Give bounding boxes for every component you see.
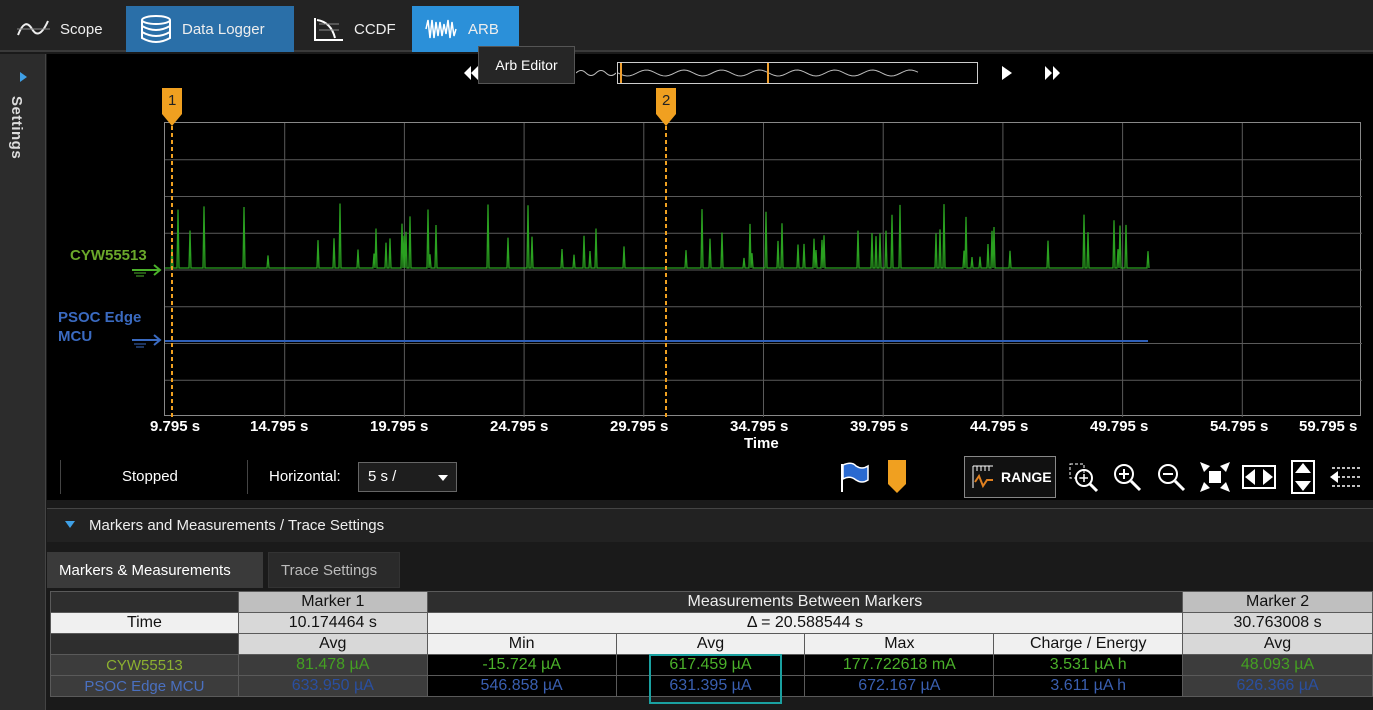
table-header-blank xyxy=(50,633,239,655)
play-forward-icon[interactable] xyxy=(1000,64,1014,82)
ccdf-icon xyxy=(308,12,348,46)
waveform-plot[interactable] xyxy=(164,122,1362,417)
cell: 3.611 µA h xyxy=(993,675,1184,697)
x-tick-label: 29.795 s xyxy=(610,418,669,435)
x-tick-label: 24.795 s xyxy=(490,418,549,435)
range-button[interactable]: RANGE xyxy=(964,456,1056,498)
overview-waveform xyxy=(618,63,919,83)
arb-editor-tooltip: Arb Editor xyxy=(478,46,575,84)
row-name: CYW55513 xyxy=(50,654,239,676)
between-header: Measurements Between Markers xyxy=(426,591,1184,613)
cell: 177.722618 mA xyxy=(804,654,995,676)
database-icon xyxy=(136,12,176,46)
range-icon xyxy=(972,465,993,489)
cell: 672.167 µA xyxy=(804,675,995,697)
settings-label: Settings xyxy=(8,96,25,160)
cell: -15.724 µA xyxy=(426,654,617,676)
zoom-box-icon[interactable] xyxy=(1066,460,1100,494)
horizontal-scale-value: 5 s / xyxy=(368,468,397,485)
fast-forward-icon[interactable] xyxy=(1043,64,1063,82)
panel-tabs: Markers & Measurements Trace Settings xyxy=(47,548,1373,588)
overview-minimap[interactable] xyxy=(617,62,978,84)
markers-measurements-panel-header[interactable]: Markers and Measurements / Trace Setting… xyxy=(47,508,1373,542)
x-tick-label: 39.795 s xyxy=(850,418,909,435)
col-header: Avg xyxy=(237,633,428,655)
horizontal-scale-select[interactable]: 5 s / xyxy=(358,462,457,492)
divider xyxy=(247,460,248,494)
x-axis-label: Time xyxy=(744,435,779,452)
col-header: Avg xyxy=(1182,633,1373,655)
marker1-time: 10.174464 s xyxy=(237,612,428,634)
top-tab-bar: Scope Data Logger CCDF ARB xyxy=(0,0,1373,52)
x-tick-label: 19.795 s xyxy=(370,418,429,435)
delta-time: Δ = 20.588544 s xyxy=(426,612,1184,634)
autoscale-all-icon[interactable] xyxy=(1198,460,1232,494)
tab-scope[interactable]: Scope xyxy=(4,6,120,52)
panel-title: Markers and Measurements / Trace Setting… xyxy=(89,517,385,534)
marker1-header: Marker 1 xyxy=(237,591,428,613)
x-tick-label: 9.795 s xyxy=(150,418,201,435)
marker-1[interactable] xyxy=(160,86,184,426)
tab-data-logger[interactable]: Data Logger xyxy=(126,6,294,52)
settings-sidebar[interactable]: Settings xyxy=(0,54,46,710)
ground-ref-icon[interactable] xyxy=(130,262,164,278)
tab-trace-settings[interactable]: Trace Settings xyxy=(268,552,400,588)
plot-grid xyxy=(165,123,1362,417)
tab-label: ARB xyxy=(468,20,499,38)
autoscale-horizontal-icon[interactable] xyxy=(1242,460,1276,494)
trace-name-psoc-line1: PSOC Edge xyxy=(58,309,142,326)
cell: 546.858 µA xyxy=(426,675,617,697)
tab-label: CCDF xyxy=(354,20,396,38)
expand-arrow-icon[interactable] xyxy=(20,72,27,82)
cell: 633.950 µA xyxy=(237,675,428,697)
col-header: Min xyxy=(426,633,617,655)
tab-label: Scope xyxy=(60,20,103,38)
x-tick-label: 44.795 s xyxy=(970,418,1029,435)
fit-traces-icon[interactable] xyxy=(1328,460,1362,494)
ground-ref-icon[interactable] xyxy=(130,334,164,350)
trace-name-psoc-line2: MCU xyxy=(58,328,93,345)
waveform-icon xyxy=(14,12,54,46)
tab-label: Data Logger xyxy=(182,20,265,38)
divider xyxy=(60,460,61,494)
overview-lead-wave xyxy=(576,70,616,76)
marker2-header: Marker 2 xyxy=(1182,591,1373,613)
marker-2[interactable] xyxy=(654,86,678,426)
highlight-box xyxy=(649,654,782,704)
collapse-arrow-icon[interactable] xyxy=(65,521,75,528)
marker2-time: 30.763008 s xyxy=(1182,612,1373,634)
marker-add-icon[interactable] xyxy=(886,458,908,494)
flag-icon[interactable] xyxy=(838,460,870,494)
chevron-down-icon xyxy=(438,475,448,481)
cell: 3.531 µA h xyxy=(993,654,1184,676)
acquisition-status: Stopped xyxy=(122,468,178,485)
zoom-in-icon[interactable] xyxy=(1110,460,1144,494)
tab-ccdf[interactable]: CCDF xyxy=(298,6,406,52)
arb-wave-icon xyxy=(422,12,462,46)
cell: 626.366 µA xyxy=(1182,675,1373,697)
x-tick-label: 49.795 s xyxy=(1090,418,1149,435)
x-tick-label: 54.795 s xyxy=(1210,418,1269,435)
x-tick-label: 59.795 s xyxy=(1299,418,1358,435)
zoom-out-icon[interactable] xyxy=(1154,460,1188,494)
autoscale-vertical-icon[interactable] xyxy=(1286,460,1320,494)
col-header: Charge / Energy xyxy=(993,633,1184,655)
tab-markers-measurements[interactable]: Markers & Measurements xyxy=(47,552,263,588)
horizontal-label: Horizontal: xyxy=(269,468,341,485)
table-corner xyxy=(50,591,239,613)
marker-1-label: 1 xyxy=(168,92,177,109)
x-tick-label: 34.795 s xyxy=(730,418,789,435)
marker-2-label: 2 xyxy=(662,92,671,109)
col-header: Max xyxy=(804,633,995,655)
cell: 48.093 µA xyxy=(1182,654,1373,676)
cell: 81.478 µA xyxy=(237,654,428,676)
time-label: Time xyxy=(50,612,239,634)
x-tick-label: 14.795 s xyxy=(250,418,309,435)
range-label: RANGE xyxy=(1001,469,1052,485)
row-name: PSOC Edge MCU xyxy=(50,675,239,697)
col-header: Avg xyxy=(615,633,806,655)
